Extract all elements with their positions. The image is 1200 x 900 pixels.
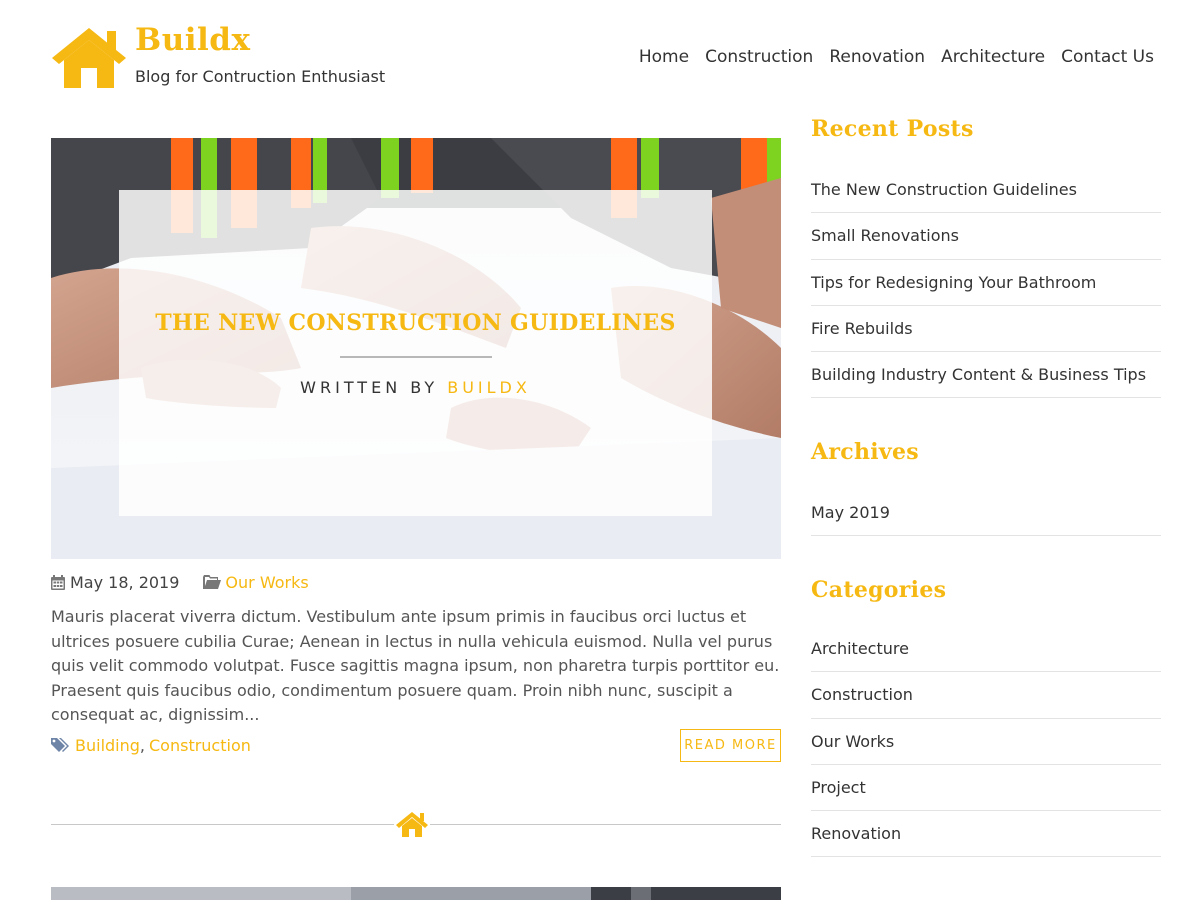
recent-post-link[interactable]: Building Industry Content & Business Tip…	[811, 352, 1161, 399]
categories-list: Architecture Construction Our Works Proj…	[811, 626, 1161, 858]
post-tags: Building , Construction	[51, 736, 251, 755]
tag-link-construction[interactable]: Construction	[149, 736, 251, 755]
post-excerpt: Mauris placerat viverra dictum. Vestibul…	[51, 607, 780, 724]
recent-post-link[interactable]: Small Renovations	[811, 213, 1161, 260]
post-byline: WRITTEN BY BUILDX	[119, 378, 712, 397]
category-link[interactable]: Renovation	[811, 811, 1161, 858]
calendar-icon	[51, 574, 65, 590]
divider-icon-wrap	[394, 808, 430, 840]
site-header: Buildx Blog for Contruction Enthusiast H…	[0, 0, 1200, 115]
recent-posts-list: The New Construction Guidelines Small Re…	[811, 167, 1161, 399]
post-featured-image[interactable]: THE NEW CONSTRUCTION GUIDELINES WRITTEN …	[51, 138, 781, 559]
post-title-card: THE NEW CONSTRUCTION GUIDELINES WRITTEN …	[119, 190, 712, 516]
recent-post-link[interactable]: Tips for Redesigning Your Bathroom	[811, 260, 1161, 306]
recent-posts-title: Recent Posts	[811, 116, 974, 142]
archive-link[interactable]: May 2019	[811, 490, 1161, 537]
next-post-image[interactable]	[51, 886, 781, 900]
post-meta: May 18, 2019 Our Works	[51, 572, 309, 592]
main-nav: Home Construction Renovation Architectur…	[639, 47, 1154, 67]
nav-contact-us[interactable]: Contact Us	[1061, 47, 1154, 67]
recent-post-link[interactable]: The New Construction Guidelines	[811, 167, 1161, 214]
category-link[interactable]: Construction	[811, 672, 1161, 719]
post-author[interactable]: BUILDX	[447, 378, 531, 397]
site-tagline: Blog for Contruction Enthusiast	[135, 67, 386, 86]
post-title[interactable]: THE NEW CONSTRUCTION GUIDELINES	[119, 310, 712, 336]
house-icon[interactable]	[50, 24, 128, 90]
house-icon	[396, 812, 428, 837]
written-by-label: WRITTEN BY	[300, 378, 439, 397]
tag-separator: ,	[139, 736, 145, 755]
post-date: May 18, 2019	[70, 572, 180, 592]
nav-renovation[interactable]: Renovation	[829, 47, 925, 67]
nav-architecture[interactable]: Architecture	[941, 47, 1045, 67]
nav-home[interactable]: Home	[639, 47, 689, 67]
site-title[interactable]: Buildx	[135, 22, 250, 58]
category-link[interactable]: Our Works	[811, 719, 1161, 765]
recent-post-link[interactable]: Fire Rebuilds	[811, 306, 1161, 353]
archives-list: May 2019	[811, 490, 1161, 537]
read-more-button[interactable]: READ MORE	[680, 729, 781, 762]
tag-link-building[interactable]: Building	[75, 736, 140, 755]
archives-title: Archives	[811, 439, 919, 465]
tags-icon	[51, 738, 69, 752]
categories-title: Categories	[811, 577, 947, 603]
folder-icon	[203, 575, 222, 589]
category-link[interactable]: Project	[811, 765, 1161, 812]
post-category-link[interactable]: Our Works	[225, 573, 308, 592]
title-divider	[340, 356, 492, 358]
category-link[interactable]: Architecture	[811, 626, 1161, 673]
nav-construction[interactable]: Construction	[705, 47, 813, 67]
